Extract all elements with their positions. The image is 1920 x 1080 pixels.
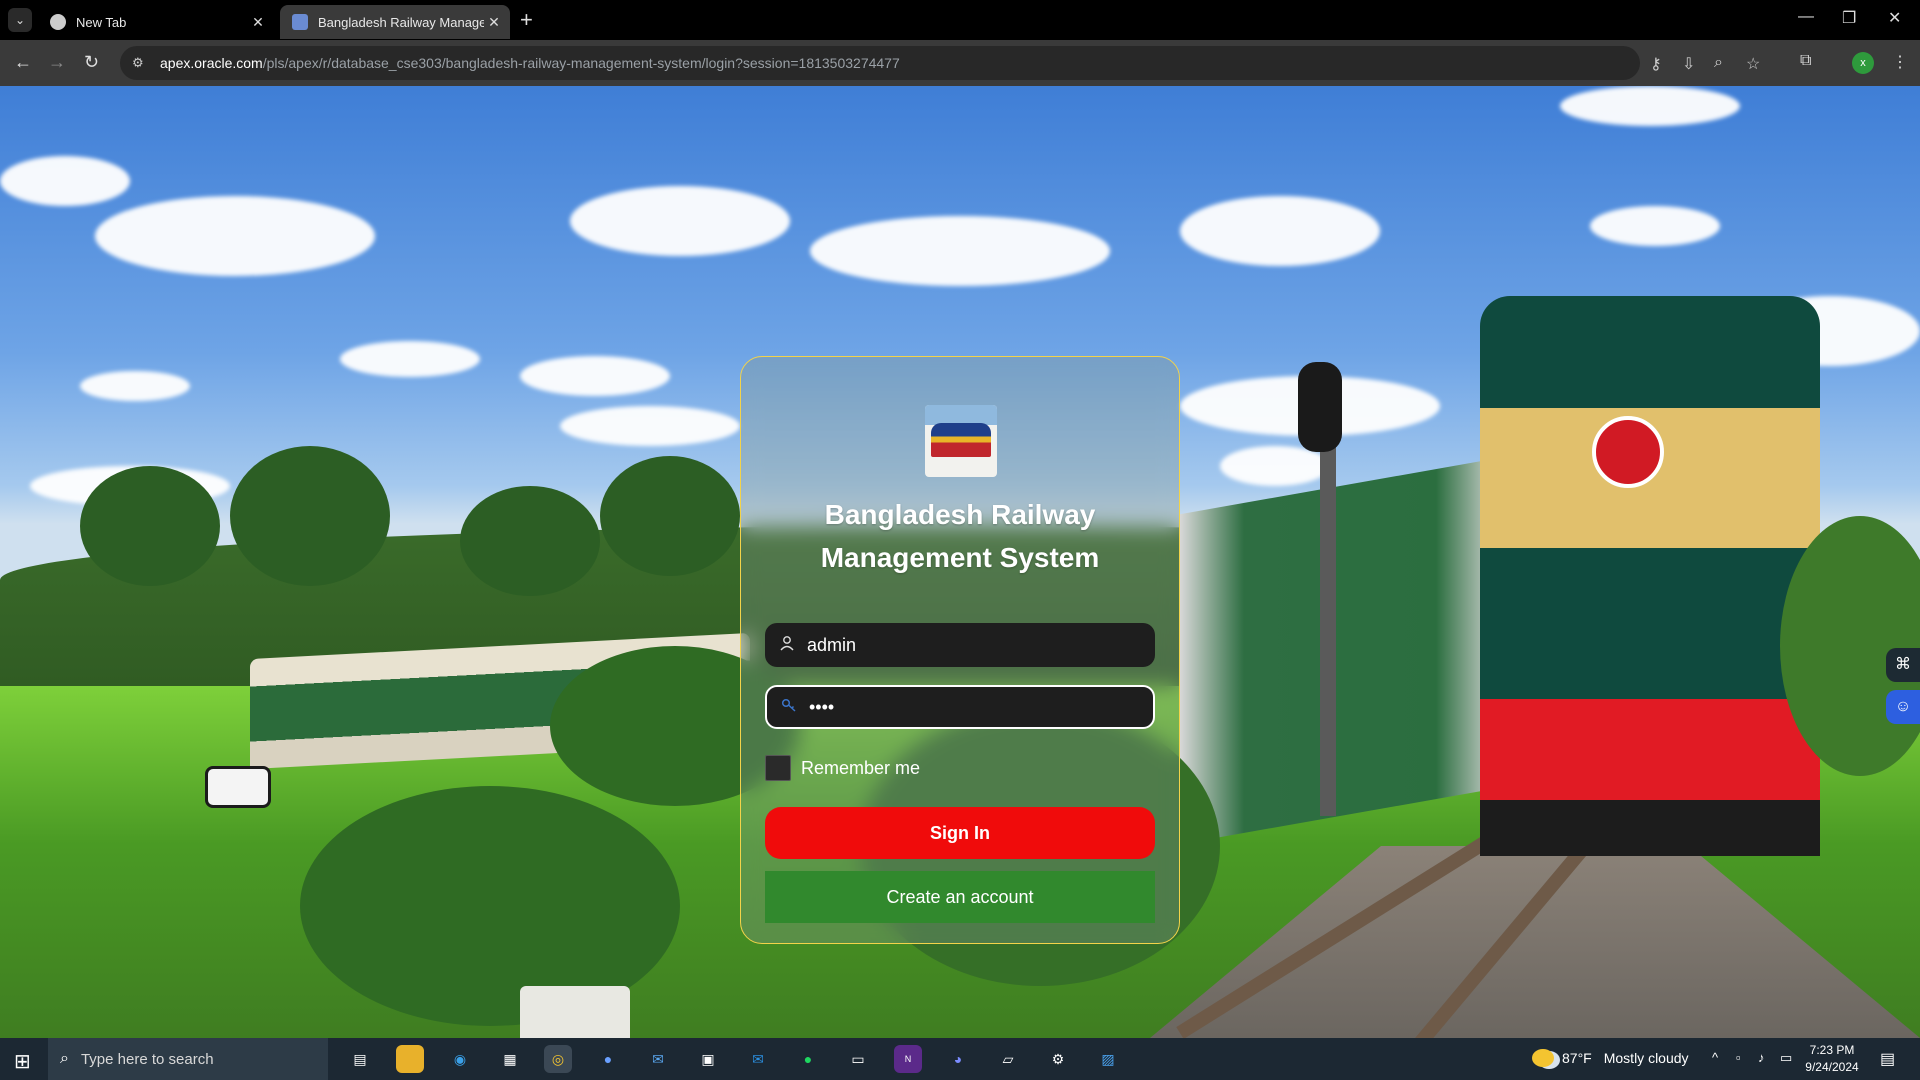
app-title-line1: Bangladesh Railway <box>824 499 1096 530</box>
password-input[interactable] <box>807 696 1153 718</box>
notes-icon[interactable]: ▱ <box>994 1045 1022 1073</box>
password-field[interactable] <box>765 685 1155 729</box>
image-viewer-icon[interactable]: ▨ <box>1094 1045 1122 1073</box>
railway-logo <box>925 405 997 477</box>
tab-railway-login[interactable]: Bangladesh Railway Management System ✕ <box>280 5 510 39</box>
zoom-icon[interactable]: ⌕ <box>1714 54 1723 72</box>
username-field[interactable] <box>765 623 1155 667</box>
next-app-icon[interactable]: N <box>894 1045 922 1073</box>
app-title: Bangladesh Railway Management System <box>741 493 1179 579</box>
windows-taskbar: ⊞ ⌕ Type here to search ▤ ◉ ▦ ◎ ● ✉ ▣ ✉ … <box>0 1038 1920 1080</box>
edge-icon[interactable]: ◉ <box>446 1045 474 1073</box>
username-input[interactable] <box>805 634 1155 656</box>
browser-tab-bar: ⌄ New Tab ✕ Bangladesh Railway Managemen… <box>0 0 1920 40</box>
extensions-icon[interactable]: ⧉ <box>1800 52 1811 70</box>
windows-start-icon[interactable]: ⊞ <box>14 1049 31 1074</box>
network-icon[interactable]: ▭ <box>1780 1050 1792 1066</box>
key-icon <box>771 697 807 718</box>
chrome-icon[interactable]: ◎ <box>544 1045 572 1073</box>
close-icon[interactable]: ✕ <box>248 14 268 31</box>
weather-widget[interactable]: 87°F Mostly cloudy <box>1532 1049 1689 1067</box>
forward-icon[interactable]: → <box>48 52 66 72</box>
window-close-icon[interactable]: ✕ <box>1888 8 1901 28</box>
profile-avatar[interactable]: x <box>1852 52 1874 74</box>
tab-title: Bangladesh Railway Management System <box>318 14 484 30</box>
weather-temp: 87°F <box>1562 1050 1592 1066</box>
remember-me-checkbox[interactable] <box>765 755 791 781</box>
volume-icon[interactable]: ♪ <box>1758 1050 1765 1065</box>
chrome-favicon-icon <box>50 14 66 30</box>
password-key-icon[interactable]: ⚷ <box>1650 54 1662 74</box>
spotify-icon[interactable]: ● <box>794 1045 822 1073</box>
remember-me-row[interactable]: Remember me <box>765 755 920 781</box>
clock-date: 9/24/2024 <box>1805 1060 1859 1074</box>
mail-icon[interactable]: ✉ <box>644 1045 672 1073</box>
qbittorrent-icon[interactable]: ● <box>594 1045 622 1073</box>
login-card: Bangladesh Railway Management System Rem… <box>740 356 1180 944</box>
restore-icon[interactable]: ❐ <box>1842 8 1856 28</box>
tab-new-tab[interactable]: New Tab ✕ <box>38 5 274 39</box>
reload-icon[interactable]: ↻ <box>84 52 99 72</box>
url-path: /pls/apex/r/database_cse303/bangladesh-r… <box>262 55 900 71</box>
grid-widget-icon[interactable]: ⌘ <box>1886 648 1920 682</box>
system-clock[interactable]: 7:23 PM 9/24/2024 <box>1796 1042 1868 1076</box>
file-explorer-icon[interactable] <box>396 1045 424 1073</box>
create-account-button[interactable]: Create an account <box>765 871 1155 923</box>
app-window-icon[interactable]: ▭ <box>844 1045 872 1073</box>
sign-in-button[interactable]: Sign In <box>765 807 1155 859</box>
task-view-icon[interactable]: ▤ <box>346 1045 374 1073</box>
remember-me-label: Remember me <box>801 757 921 778</box>
browser-toolbar: ← → ↻ ⚙ apex.oracle.com/pls/apex/r/datab… <box>0 40 1920 86</box>
site-info-icon[interactable]: ⚙ <box>132 55 148 71</box>
menu-dots-icon[interactable]: ⋮ <box>1892 52 1908 72</box>
back-icon[interactable]: ← <box>14 52 32 72</box>
tab-search-button[interactable]: ⌄ <box>8 8 32 32</box>
app-title-line2: Management System <box>820 542 1100 573</box>
close-icon[interactable]: ✕ <box>484 14 504 31</box>
store-icon[interactable]: ▦ <box>496 1045 524 1073</box>
notification-icon[interactable]: ▤ <box>1880 1049 1895 1069</box>
minimize-icon[interactable]: — <box>1798 8 1814 26</box>
site-favicon-icon <box>292 14 308 30</box>
search-icon: ⌕ <box>60 1050 69 1067</box>
new-tab-button[interactable]: + <box>520 8 533 32</box>
url-text[interactable]: apex.oracle.com/pls/apex/r/database_cse3… <box>160 55 900 71</box>
chevron-up-icon[interactable]: ^ <box>1712 1050 1718 1065</box>
outlook-icon[interactable]: ✉ <box>744 1045 772 1073</box>
install-app-icon[interactable]: ⇩ <box>1682 54 1695 74</box>
user-icon <box>769 635 805 656</box>
url-host: apex.oracle.com <box>160 55 263 71</box>
discord-icon[interactable]: ◕ <box>944 1045 972 1073</box>
bookmark-star-icon[interactable]: ☆ <box>1746 54 1760 74</box>
weather-text: Mostly cloudy <box>1603 1050 1689 1066</box>
tab-title: New Tab <box>76 14 127 30</box>
settings-gear-icon[interactable]: ⚙ <box>1044 1045 1072 1073</box>
address-bar[interactable]: ⚙ apex.oracle.com/pls/apex/r/database_cs… <box>120 46 1760 80</box>
photos-icon[interactable]: ▣ <box>694 1045 722 1073</box>
taskbar-search[interactable]: ⌕ Type here to search <box>48 1038 328 1080</box>
cloudy-weather-icon <box>1532 1049 1554 1067</box>
login-page: Bangladesh Railway Management System Rem… <box>0 86 1920 1038</box>
meet-icon[interactable]: ▫ <box>1736 1050 1741 1065</box>
search-placeholder: Type here to search <box>80 1050 214 1068</box>
clock-time: 7:23 PM <box>1809 1043 1855 1057</box>
assistant-widget-icon[interactable]: ☺ <box>1886 690 1920 724</box>
